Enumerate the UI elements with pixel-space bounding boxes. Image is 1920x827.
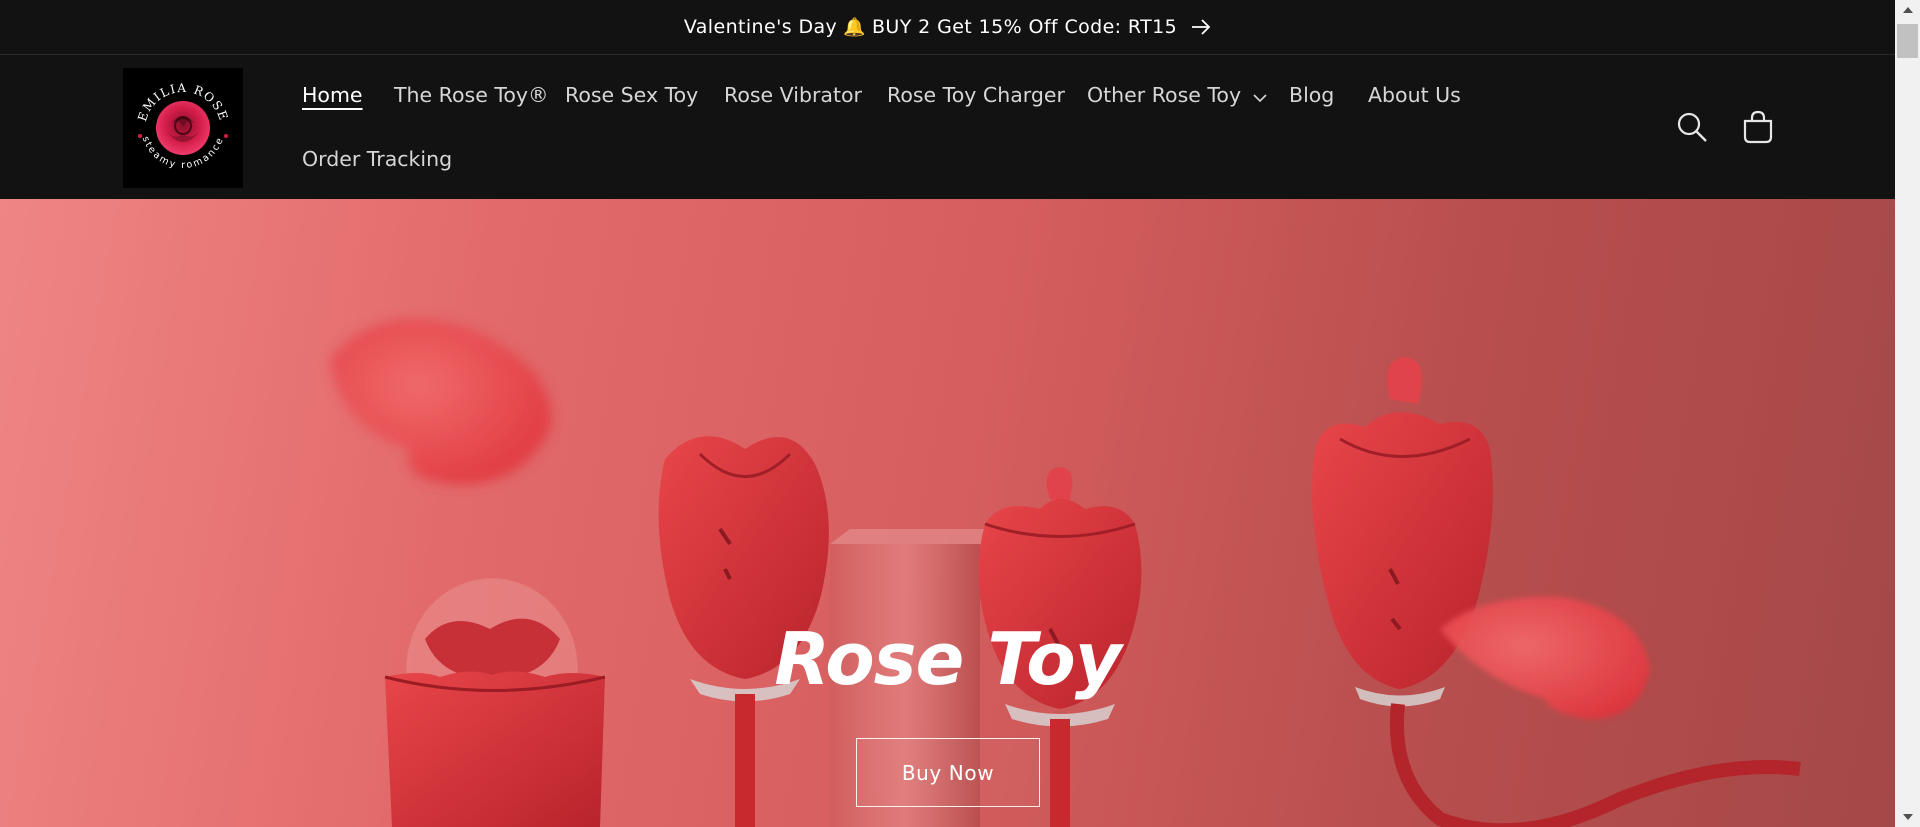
chevron-down-icon	[1253, 81, 1267, 111]
hero-title: Rose Toy	[774, 617, 1121, 701]
announcement-text-after: BUY 2 Get 15% Off Code: RT15	[871, 16, 1178, 38]
scroll-down-arrow-icon[interactable]	[1895, 807, 1920, 827]
announcement-bar[interactable]: Valentine's Day 🔔 BUY 2 Get 15% Off Code…	[0, 0, 1895, 55]
nav-item-about-us[interactable]: About Us	[1368, 80, 1461, 110]
nav-item-blog[interactable]: Blog	[1289, 80, 1334, 110]
hero-banner: Rose Toy Buy Now	[0, 199, 1895, 827]
scroll-up-arrow-icon[interactable]	[1895, 0, 1920, 20]
nav-item-rose-toy-charger[interactable]: Rose Toy Charger	[887, 80, 1065, 110]
search-icon[interactable]	[1670, 105, 1714, 149]
nav-item-other-rose-toy-label: Other Rose Toy	[1087, 83, 1242, 107]
scroll-thumb[interactable]	[1897, 24, 1918, 58]
main-nav: Home The Rose Toy® Rose Sex Toy Rose Vib…	[302, 55, 1602, 199]
announcement-text-before: Valentine's Day	[683, 16, 838, 38]
cart-icon[interactable]	[1736, 105, 1780, 149]
bell-icon: 🔔	[843, 16, 866, 38]
hero-image	[330, 319, 1801, 827]
nav-item-the-rose-toy[interactable]: The Rose Toy®	[394, 80, 549, 110]
site-header: EMILIA ROSE steamy romance Home The Rose…	[0, 55, 1895, 199]
nav-item-rose-vibrator[interactable]: Rose Vibrator	[724, 80, 862, 110]
nav-item-other-rose-toy[interactable]: Other Rose Toy	[1087, 80, 1267, 110]
nav-item-rose-sex-toy[interactable]: Rose Sex Toy	[565, 80, 698, 110]
arrow-right-icon	[1191, 19, 1211, 35]
nav-item-home[interactable]: Home	[302, 80, 363, 110]
brand-logo[interactable]: EMILIA ROSE steamy romance	[123, 68, 243, 188]
nav-item-order-tracking[interactable]: Order Tracking	[302, 144, 452, 174]
buy-now-button[interactable]: Buy Now	[856, 738, 1040, 807]
page-scrollbar[interactable]	[1895, 0, 1920, 827]
